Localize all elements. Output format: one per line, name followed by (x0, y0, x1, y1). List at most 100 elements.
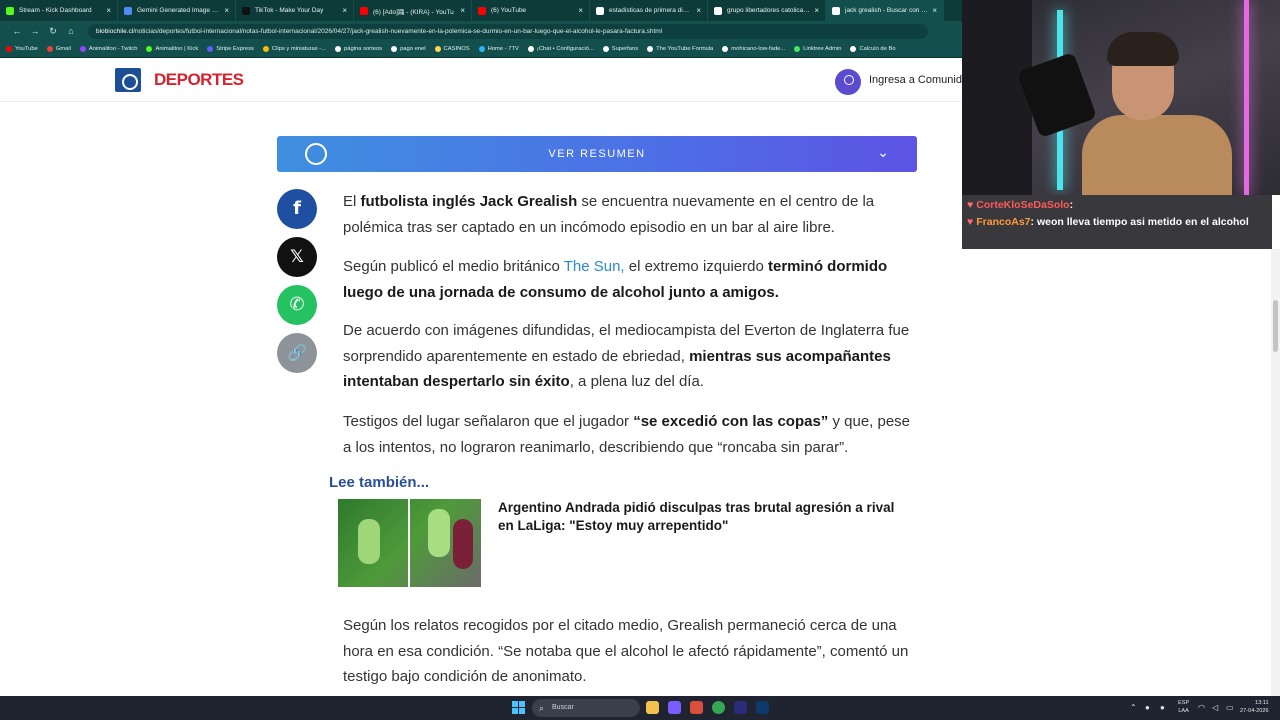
bookmark-label: ¡Chat • Configuració... (536, 46, 594, 52)
browser-tab[interactable]: TikTok - Make Your Day × (236, 0, 354, 21)
the-sun-link[interactable]: The Sun, (564, 258, 625, 275)
facebook-icon: f (293, 198, 301, 219)
app-icon[interactable] (668, 701, 681, 714)
bookmark-item[interactable]: CASINOS (434, 46, 470, 52)
player-figure (453, 519, 473, 569)
bookmark-item[interactable]: pago enel (391, 46, 426, 52)
windows-start-icon[interactable] (512, 701, 525, 714)
close-icon[interactable]: × (460, 6, 465, 15)
bookmark-favicon-icon (478, 46, 485, 52)
paragraph-text: El (343, 193, 361, 210)
browser-tab[interactable]: (6) [Ado]踊 - (KIRA) - YouTu × (354, 0, 472, 21)
close-icon[interactable]: × (814, 6, 819, 15)
player-figure (358, 519, 380, 564)
bookmark-item[interactable]: Superfans (602, 46, 639, 52)
close-icon[interactable]: × (224, 6, 229, 15)
tab-label: (6) [Ado]踊 - (KIRA) - YouTu (373, 8, 454, 16)
chat-text: weon lleva tiempo asi metido en el alcoh… (1036, 216, 1249, 228)
article-paragraph-3: De acuerdo con imágenes difundidas, el m… (343, 318, 918, 395)
taskbar-clock[interactable]: 13:11 27-04-2026 (1240, 699, 1269, 715)
wifi-icon[interactable]: ◠ (1198, 703, 1205, 712)
browser-tab[interactable]: Gemini Generated Image pwz × (118, 0, 236, 21)
chrome-icon[interactable] (712, 701, 725, 714)
file-explorer-icon[interactable] (646, 701, 659, 714)
biobio-logo-icon[interactable] (115, 68, 141, 92)
bookmark-label: pago enel (400, 46, 426, 52)
paragraph-bold: futbolista inglés Jack Grealish (360, 193, 578, 210)
browser-tab[interactable]: (6) YouTube × (472, 0, 590, 21)
lang-layout: LAA (1178, 708, 1189, 714)
login-link[interactable]: Ingresa a Comunid (869, 74, 962, 86)
tray-chevron-icon[interactable]: ⌃ (1130, 703, 1137, 712)
bookmark-favicon-icon (6, 46, 12, 52)
bookmark-item[interactable]: Clips y miniaturas -... (262, 46, 326, 52)
bookmark-item[interactable]: Home - 7TV (478, 46, 519, 52)
photoshop-icon[interactable] (756, 701, 769, 714)
bookmark-favicon-icon (602, 46, 609, 52)
bookmark-item[interactable]: mohicano-low-fade... (722, 46, 785, 52)
bookmark-item[interactable]: The YouTube Formula (647, 46, 713, 52)
volume-icon[interactable]: ◁ (1212, 703, 1218, 712)
bookmark-favicon-icon (794, 46, 801, 52)
user-icon[interactable] (835, 69, 861, 95)
browser-tab[interactable]: jack grealish - Buscar con Goog × (826, 0, 944, 21)
bookmark-favicon-icon (79, 46, 86, 52)
bookmark-label: Animalitoo | Kick (155, 46, 199, 52)
bookmark-favicon-icon (647, 46, 654, 52)
related-article-image[interactable] (338, 499, 481, 587)
bookmark-item[interactable]: YouTube (6, 46, 38, 52)
back-icon[interactable]: ← (8, 26, 26, 36)
close-icon[interactable]: × (106, 6, 111, 15)
webcam-overlay (962, 0, 1280, 195)
close-icon[interactable]: × (696, 6, 701, 15)
copy-link-button[interactable]: 🔗 (277, 333, 317, 373)
bookmark-favicon-icon (146, 46, 153, 52)
tab-favicon-icon (6, 6, 14, 15)
bookmark-favicon-icon (46, 46, 53, 52)
tab-favicon-icon (360, 6, 368, 15)
reload-icon[interactable]: ↻ (44, 26, 62, 37)
bookmark-item[interactable]: página sorteos (335, 46, 382, 52)
browser-tab[interactable]: Stream - Kick Dashboard × (0, 0, 118, 21)
tab-favicon-icon (832, 6, 840, 15)
premiere-icon[interactable] (734, 701, 747, 714)
taskbar-search[interactable]: Buscar (532, 699, 640, 717)
bookmark-favicon-icon (262, 46, 269, 52)
close-icon[interactable]: × (932, 6, 937, 15)
bookmark-item[interactable]: Stripe Express (207, 46, 254, 52)
home-icon[interactable]: ⌂ (62, 26, 80, 36)
bookmark-label: Animalitoo - Twitch (88, 46, 138, 52)
language-indicator[interactable]: ESP LAA (1178, 699, 1189, 715)
whatsapp-share-button[interactable]: ✆ (277, 285, 317, 325)
close-icon[interactable]: × (342, 6, 347, 15)
bookmark-item[interactable]: Animalitoo | Kick (146, 46, 198, 52)
chat-message: ♥ FrancoAs7: weon lleva tiempo asi metido… (967, 216, 1249, 228)
browser-tab[interactable]: estadisticas de primera división × (590, 0, 708, 21)
related-article-link[interactable]: Argentino Andrada pidió disculpas tras b… (498, 499, 908, 535)
tab-favicon-icon (596, 6, 604, 15)
x-share-button[interactable]: 𝕏 (277, 237, 317, 277)
battery-icon[interactable]: ▭ (1226, 703, 1234, 712)
paragraph-bold: “se excedió con las copas” (633, 413, 829, 430)
tray-app-icon[interactable]: ● (1160, 703, 1165, 712)
browser-address-bar: ← → ↻ ⌂ biobiochile.cl /noticias/deporte… (0, 21, 962, 41)
close-icon[interactable]: × (578, 6, 583, 15)
bookmark-item[interactable]: ¡Chat • Configuració... (527, 46, 594, 52)
bookmark-label: Superfans (611, 46, 639, 52)
bookmark-item[interactable]: Gmail (46, 46, 71, 52)
forward-icon[interactable]: → (26, 26, 44, 36)
url-field[interactable]: biobiochile.cl /noticias/deportes/futbol… (88, 23, 928, 39)
bookmark-item[interactable]: Animalitoo - Twitch (79, 46, 138, 52)
bookmark-label: Calculo de Bo (859, 46, 896, 52)
browser-tab[interactable]: grupo libertadores catolica - B × (708, 0, 826, 21)
scrollbar-thumb[interactable] (1273, 300, 1278, 352)
tray-app-icon[interactable]: ● (1145, 703, 1150, 712)
bookmark-item[interactable]: Linktree Admin (794, 46, 841, 52)
facebook-share-button[interactable]: f (277, 189, 317, 229)
bookmark-favicon-icon (335, 46, 342, 52)
site-section-logo[interactable]: DEPORTES (154, 70, 244, 90)
bookmark-item[interactable]: Calculo de Bo (850, 46, 896, 52)
ver-resumen-button[interactable]: VER RESUMEN ⌄ (277, 136, 917, 172)
chat-username: CorteKloSeDaSolo (976, 199, 1070, 211)
app-icon[interactable] (690, 701, 703, 714)
